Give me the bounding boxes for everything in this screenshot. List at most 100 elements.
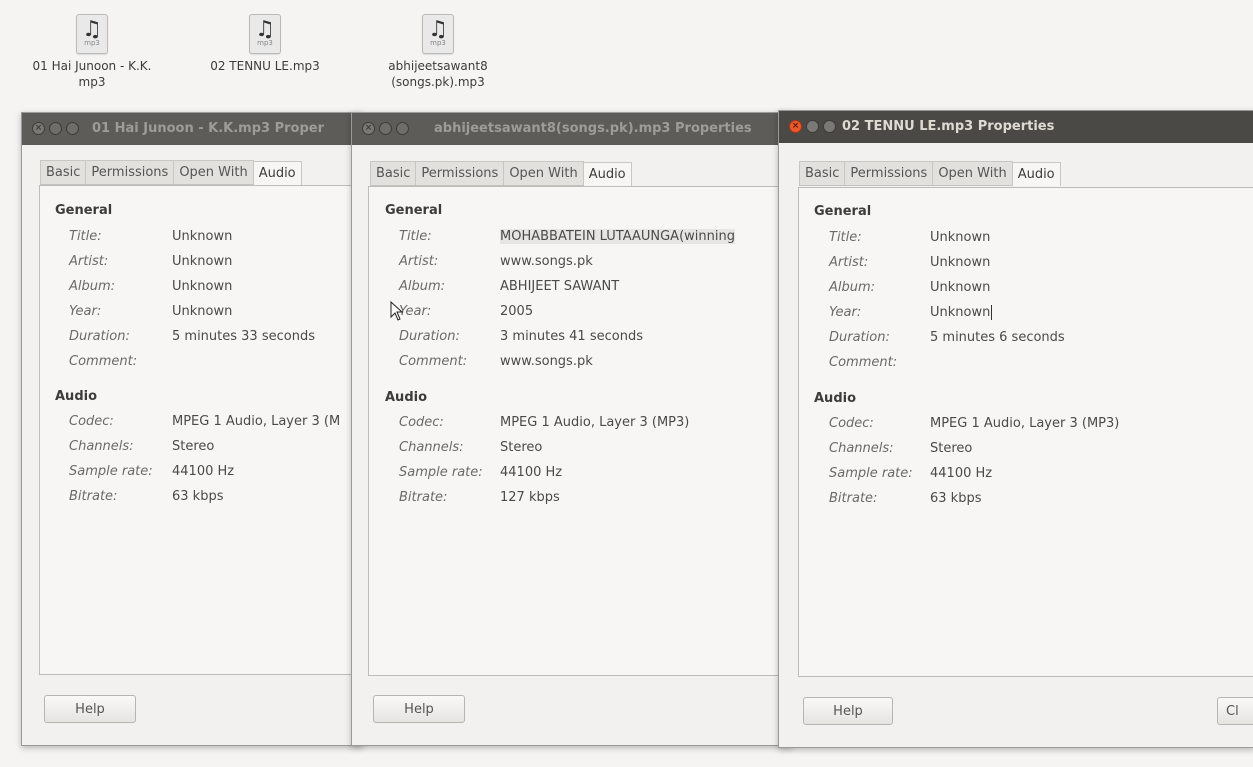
channels-value: Stereo [930, 441, 973, 456]
help-button[interactable]: Help [44, 695, 136, 723]
mouse-pointer-icon [390, 301, 404, 321]
year-value[interactable]: Unknown [930, 305, 993, 320]
desktop: ♫ mp3 01 Hai Junoon - K.K. mp3 ♫ mp3 02 … [0, 0, 1253, 767]
window-title: abhijeetsawant8(songs.pk).mp3 Properties [434, 121, 752, 136]
artist-label: Artist: [829, 255, 869, 270]
minimize-window-button[interactable] [379, 122, 392, 135]
bitrate-value: 63 kbps [930, 491, 982, 506]
channels-label: Channels: [829, 441, 894, 456]
maximize-window-button[interactable] [66, 122, 79, 135]
bitrate-label: Bitrate: [829, 491, 878, 506]
sample-rate-value: 44100 Hz [500, 465, 563, 480]
window-title: 02 TENNU LE.mp3 Properties [842, 119, 1055, 134]
mp3-file-icon: ♫ mp3 [249, 14, 281, 54]
general-heading: General [814, 204, 872, 219]
close-button[interactable]: Cl [1217, 697, 1253, 725]
title-label: Title: [399, 229, 432, 244]
close-window-button[interactable]: × [32, 122, 45, 135]
codec-value: MPEG 1 Audio, Layer 3 (MP3) [500, 415, 690, 430]
sample-rate-label: Sample rate: [829, 466, 913, 481]
audio-panel: General Title: MOHABBATEIN LUTAAUNGA(winn… [368, 186, 792, 676]
title-value: Unknown [172, 229, 233, 244]
desktop-file-label-line2: (songs.pk).mp3 [391, 75, 485, 89]
tab-bar: Basic Permissions Open With Audio [799, 161, 1061, 186]
title-value: Unknown [930, 230, 991, 245]
window-titlebar[interactable]: × abhijeetsawant8(songs.pk).mp3 Properti… [352, 113, 792, 145]
album-value: ABHIJEET SAWANT [500, 279, 620, 294]
tab-basic[interactable]: Basic [799, 161, 846, 185]
title-label: Title: [69, 229, 102, 244]
codec-label: Codec: [69, 414, 114, 429]
minimize-window-button[interactable] [49, 122, 62, 135]
properties-window-abhijeetsawant8[interactable]: × abhijeetsawant8(songs.pk).mp3 Properti… [351, 112, 793, 746]
title-label: Title: [829, 230, 862, 245]
year-label: Year: [829, 305, 862, 320]
channels-value: Stereo [500, 440, 543, 455]
properties-window-hai-junoon[interactable]: × 01 Hai Junoon - K.K.mp3 Proper Basic P… [21, 112, 363, 746]
bitrate-label: Bitrate: [399, 490, 448, 505]
tab-audio[interactable]: Audio [1011, 162, 1061, 186]
audio-heading: Audio [55, 389, 98, 404]
codec-label: Codec: [829, 416, 874, 431]
channels-label: Channels: [69, 439, 134, 454]
year-label: Year: [69, 304, 102, 319]
tab-bar: Basic Permissions Open With Audio [40, 160, 302, 185]
maximize-window-button[interactable] [396, 122, 409, 135]
maximize-window-button[interactable] [823, 120, 836, 133]
desktop-file-01-hai-junoon[interactable]: ♫ mp3 01 Hai Junoon - K.K. mp3 [22, 14, 162, 90]
tab-audio[interactable]: Audio [582, 162, 632, 186]
artist-value: Unknown [930, 255, 991, 270]
album-value: Unknown [930, 280, 991, 295]
duration-value: 3 minutes 41 seconds [500, 329, 643, 344]
tab-open-with[interactable]: Open With [932, 161, 1013, 185]
tab-permissions[interactable]: Permissions [85, 160, 175, 184]
codec-label: Codec: [399, 415, 444, 430]
desktop-file-label: 01 Hai Junoon - K.K. [32, 59, 152, 73]
tab-permissions[interactable]: Permissions [415, 161, 505, 185]
audio-heading: Audio [814, 391, 857, 406]
general-heading: General [385, 203, 443, 218]
artist-label: Artist: [69, 254, 109, 269]
tab-open-with[interactable]: Open With [173, 160, 254, 184]
help-button[interactable]: Help [803, 697, 893, 725]
window-titlebar[interactable]: × 01 Hai Junoon - K.K.mp3 Proper [22, 113, 362, 145]
desktop-file-abhijeetsawant8[interactable]: ♫ mp3 abhijeetsawant8 (songs.pk).mp3 [368, 14, 508, 90]
codec-value: MPEG 1 Audio, Layer 3 (M [172, 414, 341, 429]
tab-basic[interactable]: Basic [40, 160, 87, 184]
artist-label: Artist: [399, 254, 439, 269]
general-heading: General [55, 203, 113, 218]
tab-basic[interactable]: Basic [370, 161, 417, 185]
tab-bar: Basic Permissions Open With Audio [370, 161, 632, 186]
comment-label: Comment: [69, 354, 138, 369]
tab-open-with[interactable]: Open With [503, 161, 584, 185]
mp3-file-icon: ♫ mp3 [422, 14, 454, 54]
sample-rate-label: Sample rate: [399, 465, 483, 480]
album-value: Unknown [172, 279, 233, 294]
audio-panel: General Title: Unknown Artist: Unknown Alb… [798, 187, 1253, 677]
duration-value: 5 minutes 33 seconds [172, 329, 315, 344]
properties-window-tennu-le[interactable]: × 02 TENNU LE.mp3 Properties Basic Permi… [778, 110, 1253, 748]
desktop-file-02-tennu-le[interactable]: ♫ mp3 02 TENNU LE.mp3 [195, 14, 335, 74]
channels-value: Stereo [172, 439, 215, 454]
comment-value: www.songs.pk [500, 354, 593, 369]
tab-permissions[interactable]: Permissions [844, 161, 934, 185]
desktop-file-label-line2: mp3 [78, 75, 106, 89]
minimize-window-button[interactable] [806, 120, 819, 133]
duration-label: Duration: [829, 330, 890, 345]
window-titlebar[interactable]: × 02 TENNU LE.mp3 Properties [779, 111, 1253, 143]
sample-rate-label: Sample rate: [69, 464, 153, 479]
close-window-button[interactable]: × [362, 122, 375, 135]
audio-panel: General Title: Unknown Artist: Unknown Alb… [39, 185, 362, 675]
year-value: 2005 [500, 304, 534, 319]
duration-value: 5 minutes 6 seconds [930, 330, 1065, 345]
album-label: Album: [399, 279, 446, 294]
artist-value: Unknown [172, 254, 233, 269]
close-window-button[interactable]: × [789, 120, 802, 133]
comment-label: Comment: [829, 355, 898, 370]
album-label: Album: [829, 280, 876, 295]
bitrate-label: Bitrate: [69, 489, 118, 504]
tab-audio[interactable]: Audio [252, 161, 302, 185]
help-button[interactable]: Help [373, 695, 465, 723]
window-title: 01 Hai Junoon - K.K.mp3 Proper [92, 121, 325, 136]
bitrate-value: 127 kbps [500, 490, 560, 505]
